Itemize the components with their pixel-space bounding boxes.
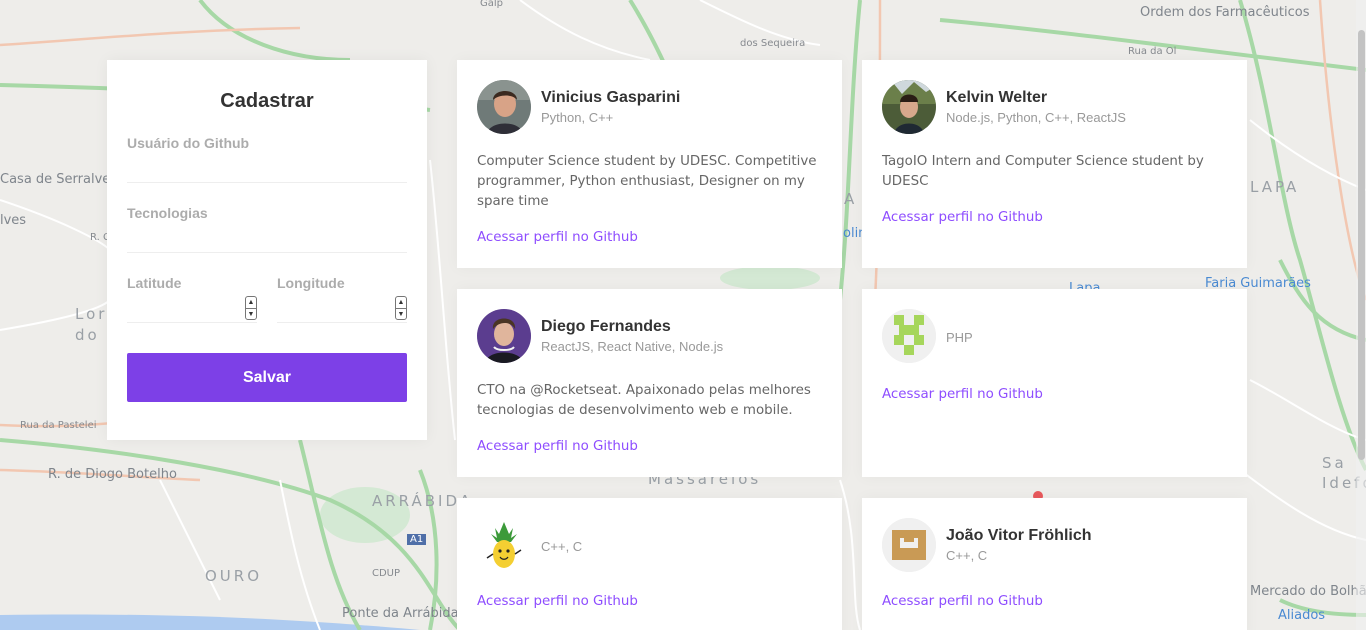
techs-input[interactable] — [127, 221, 407, 253]
map-label-lapa: LAPA — [1250, 178, 1300, 196]
github-profile-link[interactable]: Acessar perfil no Github — [477, 230, 638, 245]
user-info: Diego Fernandes ReactJS, React Native, N… — [541, 318, 723, 354]
dev-header: Kelvin Welter Node.js, Python, C++, Reac… — [882, 80, 1227, 134]
longitude-input[interactable] — [277, 291, 407, 323]
map-label-ouro: OURO — [205, 567, 263, 585]
dev-header: Diego Fernandes ReactJS, React Native, N… — [477, 309, 822, 363]
github-user-field: Usuário do Github — [127, 135, 407, 183]
longitude-label: Longitude — [277, 275, 345, 291]
github-user-label: Usuário do Github — [127, 135, 250, 151]
user-info: C++, C — [541, 536, 582, 554]
longitude-field: Longitude ▲ ▼ — [277, 275, 407, 323]
dev-techs: ReactJS, React Native, Node.js — [541, 339, 724, 354]
map-label-santo: Sa — [1322, 454, 1347, 472]
user-info: PHP — [946, 327, 973, 345]
dev-header: C++, C — [477, 518, 822, 572]
dev-card: Diego Fernandes ReactJS, React Native, N… — [457, 289, 842, 477]
dev-techs: C++, C — [541, 539, 583, 554]
stepper-up-icon[interactable]: ▲ — [396, 297, 406, 308]
dev-name: Vinicius Gasparini — [541, 89, 681, 106]
form-title: Cadastrar — [220, 90, 314, 112]
latitude-input[interactable] — [127, 291, 257, 323]
dev-header: PHP — [882, 309, 1227, 363]
map-label-ponte: Ponte da Arrábida — [342, 606, 459, 621]
techs-label: Tecnologias — [127, 205, 208, 221]
map-label-casa-serralves: Casa de Serralves — [0, 172, 118, 187]
latitude-wrap: ▲ ▼ — [127, 291, 257, 323]
dev-techs: C++, C — [946, 548, 988, 563]
dev-card: João Vitor Fröhlich C++, C Acessar perfi… — [862, 498, 1247, 630]
github-profile-link[interactable]: Acessar perfil no Github — [882, 594, 1043, 609]
dev-header: Vinicius Gasparini Python, C++ — [477, 80, 822, 134]
longitude-stepper[interactable]: ▲ ▼ — [395, 296, 407, 320]
github-profile-link[interactable]: Acessar perfil no Github — [882, 210, 1043, 225]
map-label-lordelo: Lor — [75, 305, 108, 323]
github-profile-link[interactable]: Acessar perfil no Github — [882, 387, 1043, 402]
dev-card: C++, C Acessar perfil no Github — [457, 498, 842, 630]
dev-techs: Python, C++ — [541, 110, 614, 125]
latitude-label: Latitude — [127, 275, 182, 291]
longitude-wrap: ▲ ▼ — [277, 291, 407, 323]
dev-card: Kelvin Welter Node.js, Python, C++, Reac… — [862, 60, 1247, 268]
dev-card: Vinicius Gasparini Python, C++ Computer … — [457, 60, 842, 268]
register-form-panel: Cadastrar Usuário do Github Tecnologias … — [107, 60, 427, 440]
map-label-ves: lves — [0, 213, 27, 228]
stepper-down-icon[interactable]: ▼ — [396, 308, 406, 320]
map-label-do: do — [75, 326, 100, 344]
github-profile-link[interactable]: Acessar perfil no Github — [477, 594, 638, 609]
coordinates-row: Latitude ▲ ▼ Longitude ▲ ▼ — [127, 253, 407, 323]
map-label-a1: A1 — [407, 534, 427, 545]
scrollbar-thumb[interactable] — [1358, 30, 1365, 460]
avatar — [477, 309, 531, 363]
dev-bio: CTO na @Rocketseat. Apaixonado pelas mel… — [477, 383, 811, 418]
stepper-up-icon[interactable]: ▲ — [246, 297, 256, 308]
user-info: Vinicius Gasparini Python, C++ — [541, 89, 680, 125]
map-label-aliados: Aliados — [1278, 608, 1326, 623]
map-label-diogo: R. de Diogo Botelho — [48, 467, 177, 482]
github-user-input[interactable] — [127, 151, 407, 183]
map-label-sequeira: dos Sequeira — [740, 38, 806, 49]
user-info: Kelvin Welter Node.js, Python, C++, Reac… — [946, 89, 1126, 125]
avatar — [882, 518, 936, 572]
stepper-down-icon[interactable]: ▼ — [246, 308, 256, 320]
map-label-mercado: Mercado do Bolhão — [1250, 584, 1366, 599]
dev-name: Kelvin Welter — [946, 89, 1048, 106]
latitude-stepper[interactable]: ▲ ▼ — [245, 296, 257, 320]
dev-techs: PHP — [946, 330, 973, 345]
dev-name: João Vitor Fröhlich — [946, 527, 1092, 544]
dev-bio: Computer Science student by UDESC. Compe… — [477, 154, 817, 209]
latitude-field: Latitude ▲ ▼ — [127, 275, 257, 323]
map-label-cdup: CDUP — [372, 568, 401, 579]
avatar — [477, 80, 531, 134]
map-label-galp: Galp — [480, 0, 504, 9]
avatar — [477, 518, 531, 572]
save-button[interactable]: Salvar — [127, 353, 407, 402]
github-profile-link[interactable]: Acessar perfil no Github — [477, 439, 638, 454]
techs-field: Tecnologias — [127, 205, 407, 253]
user-info: João Vitor Fröhlich C++, C — [946, 527, 1092, 563]
avatar — [882, 309, 936, 363]
dev-techs: Node.js, Python, C++, ReactJS — [946, 110, 1126, 125]
dev-card: PHP Acessar perfil no Github — [862, 289, 1247, 477]
dev-name: Diego Fernandes — [541, 318, 671, 335]
dev-header: João Vitor Fröhlich C++, C — [882, 518, 1227, 572]
map-label-pastelei: Rua da Pastelei — [20, 420, 97, 431]
dev-bio: TagoIO Intern and Computer Science stude… — [882, 154, 1204, 189]
map-label-ordem: Ordem dos Farmacêuticos — [1140, 5, 1310, 20]
avatar — [882, 80, 936, 134]
map-label-rua-ol: Rua da Ol — [1128, 46, 1177, 57]
